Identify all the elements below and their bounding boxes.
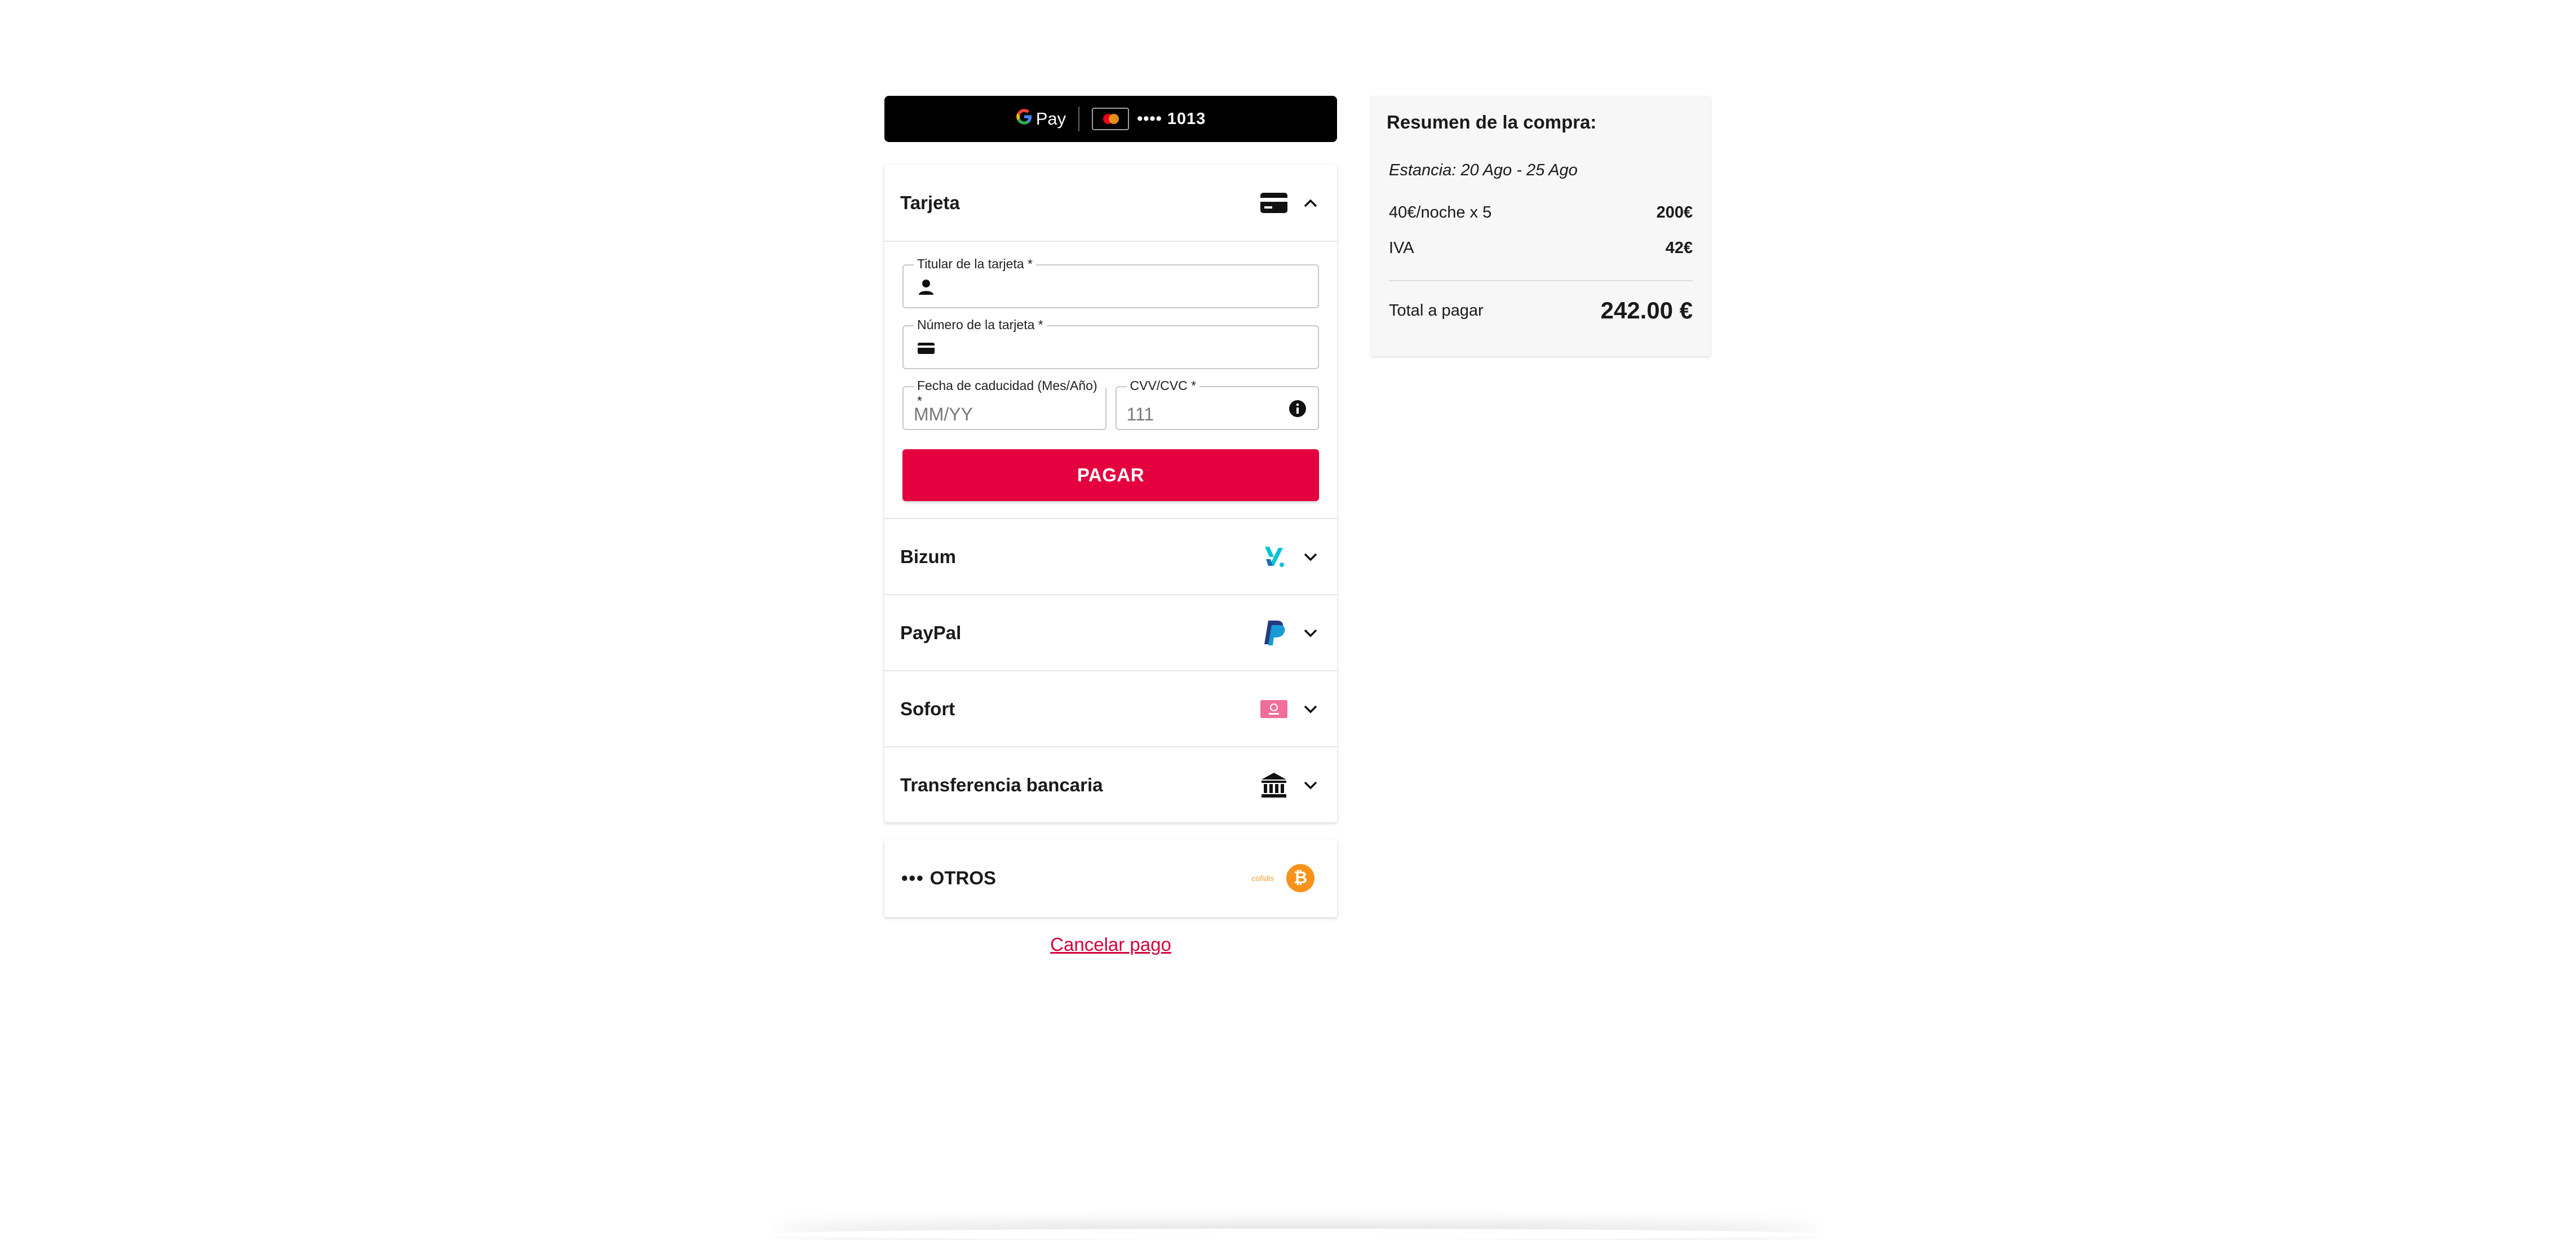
summary-line-amount: 200€ [1656,203,1693,222]
info-icon[interactable] [1289,400,1307,418]
pay-button[interactable]: PAGAR [902,449,1319,501]
payment-methods-accordion: Tarjeta Titular de la tarjeta * Número d… [884,165,1337,822]
card-holder-field[interactable]: Titular de la tarjeta * [902,256,1319,308]
sofort-icon [1258,693,1290,725]
chevron-down-icon[interactable] [1301,776,1320,795]
google-g-icon [1016,108,1033,130]
other-methods-button[interactable]: ••• OTROS cofidis ₿ [884,839,1337,917]
card-number-field[interactable]: Número de la tarjeta * [902,317,1319,369]
paypal-icon [1258,617,1290,649]
method-sofort-title: Sofort [900,698,955,719]
chevron-down-icon[interactable] [1301,547,1320,566]
divider [1389,280,1693,281]
divider [1078,107,1080,131]
method-card-header[interactable]: Tarjeta [884,165,1337,241]
cvv-input[interactable] [1116,387,1318,429]
summary-line-amount: 42€ [1665,239,1693,257]
other-methods-title: ••• OTROS [901,867,1251,889]
google-pay-label: Pay [1035,109,1066,129]
method-card-title: Tarjeta [900,192,960,213]
google-pay-logo: Pay [1016,108,1066,130]
cvv-field[interactable]: CVV/CVC * [1115,378,1319,430]
method-paypal-header[interactable]: PayPal [884,594,1337,670]
cancel-payment-link[interactable]: Cancelar pago [884,934,1337,955]
method-bizum-title: Bizum [900,546,956,567]
payment-column: Pay •••• 1013 Tarjeta Titular de la tarj… [884,96,1337,955]
total-amount: 242.00 € [1600,297,1693,324]
credit-card-icon [1258,187,1290,219]
method-bizum-header[interactable]: Bizum [884,518,1337,594]
method-bank-transfer-title: Transferencia bancaria [900,774,1103,795]
more-dots-icon: ••• [901,867,924,888]
chevron-down-icon[interactable] [1301,623,1320,643]
chevron-up-icon[interactable] [1301,193,1320,212]
bitcoin-icon: ₿ [1286,864,1314,892]
expiry-input[interactable] [904,387,1105,429]
mastercard-icon [1092,108,1130,130]
method-bank-transfer-header[interactable]: Transferencia bancaria [884,746,1337,822]
bottom-sheet-shadow [772,1229,1821,1240]
total-label: Total a pagar [1389,301,1484,320]
other-methods-label: OTROS [930,867,997,888]
summary-line: IVA 42€ [1389,239,1693,258]
summary-line-label: IVA [1389,239,1414,257]
summary-line-label: 40€/noche x 5 [1389,203,1492,222]
purchase-summary: Resumen de la compra: Estancia: 20 Ago -… [1371,96,1711,356]
stay-dates: Estancia: 20 Ago - 25 Ago [1389,161,1578,179]
summary-line: 40€/noche x 5 200€ [1389,203,1693,222]
card-form: Titular de la tarjeta * Número de la tar… [884,241,1337,518]
total-row: Total a pagar 242.00 € [1389,297,1693,324]
method-paypal-title: PayPal [900,622,962,643]
google-pay-button[interactable]: Pay •••• 1013 [884,96,1337,142]
chevron-down-icon[interactable] [1301,699,1320,719]
card-holder-input[interactable] [904,265,1318,307]
summary-title: Resumen de la compra: [1387,112,1597,132]
bank-icon [1258,769,1290,801]
bizum-icon [1258,541,1290,573]
cofidis-logo: cofidis [1251,874,1274,883]
card-masked-number: •••• 1013 [1137,109,1206,128]
expiry-field[interactable]: Fecha de caducidad (Mes/Año) * [902,378,1106,430]
card-number-input[interactable] [904,326,1318,368]
method-sofort-header[interactable]: Sofort [884,670,1337,746]
